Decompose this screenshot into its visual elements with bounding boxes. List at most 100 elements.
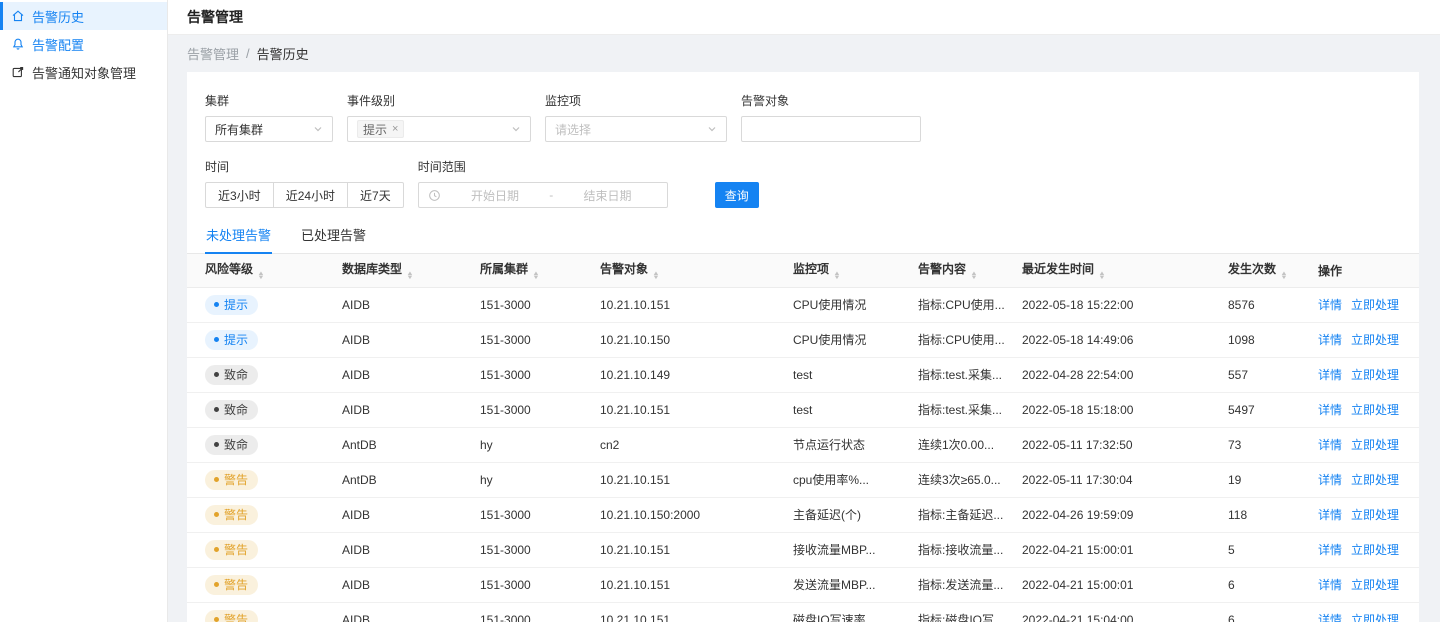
handle-link[interactable]: 立即处理 <box>1351 543 1399 557</box>
sidebar-item-alarm-history[interactable]: 告警历史 <box>0 2 167 30</box>
cell-actions: 详情 立即处理 <box>1318 357 1419 393</box>
breadcrumb: 告警管理 / 告警历史 <box>168 35 1440 72</box>
column-header[interactable]: 最近发生时间 ▲ ▼ <box>1022 254 1228 288</box>
risk-level-label: 致命 <box>224 368 249 382</box>
breadcrumb-parent[interactable]: 告警管理 <box>187 44 239 63</box>
column-header[interactable]: 风险等级 ▲ ▼ <box>187 254 342 288</box>
cell-monitor-item: CPU使用情况 <box>793 322 918 358</box>
cluster-select[interactable]: 所有集群 <box>205 116 333 142</box>
app-window: 告警历史 告警配置 告警通知对象管理 告警管理 告警管理 / 告警历史 集群 所有集… <box>0 0 1440 622</box>
column-header[interactable]: 监控项 ▲ ▼ <box>793 254 918 288</box>
cell-alarm-object: 10.21.10.151 <box>600 392 793 428</box>
cell-cluster: hy <box>480 427 600 463</box>
column-header-label: 发生次数 <box>1228 261 1277 276</box>
cell-db-type: AIDB <box>342 287 480 323</box>
column-header[interactable]: 告警内容 ▲ ▼ <box>918 254 1022 288</box>
cell-alarm-content: 连续1次0.00... <box>918 427 1022 463</box>
cell-risk-level: 提示 <box>187 287 342 323</box>
cell-last-time: 2022-04-26 19:59:09 <box>1022 497 1228 533</box>
sort-icon[interactable]: ▲ ▼ <box>970 271 977 281</box>
monitor-item-select[interactable]: 请选择 <box>545 116 727 142</box>
handle-link[interactable]: 立即处理 <box>1351 473 1399 487</box>
cell-risk-level: 致命 <box>187 357 342 393</box>
sort-icon[interactable]: ▲ ▼ <box>532 271 539 281</box>
sort-icon[interactable]: ▲ ▼ <box>833 271 840 281</box>
handle-link[interactable]: 立即处理 <box>1351 508 1399 522</box>
detail-link[interactable]: 详情 <box>1318 333 1342 347</box>
alarm-object-input[interactable] <box>741 116 921 142</box>
sort-icon[interactable]: ▲ ▼ <box>406 271 413 281</box>
cell-alarm-content: 指标:磁盘IO写... <box>918 602 1022 622</box>
cell-count: 557 <box>1228 357 1318 393</box>
cell-actions: 详情 立即处理 <box>1318 427 1419 463</box>
tabs: 未处理告警 已处理告警 <box>187 220 1419 254</box>
breadcrumb-separator: / <box>246 46 250 61</box>
sort-icon[interactable]: ▲ ▼ <box>1098 271 1105 281</box>
detail-link[interactable]: 详情 <box>1318 473 1342 487</box>
cell-risk-level: 警告 <box>187 532 342 568</box>
cell-alarm-object: cn2 <box>600 427 793 463</box>
sort-icon[interactable]: ▲ ▼ <box>1280 271 1287 281</box>
column-header[interactable]: 所属集群 ▲ ▼ <box>480 254 600 288</box>
risk-level-badge: 警告 <box>205 469 259 490</box>
column-header[interactable]: 发生次数 ▲ ▼ <box>1228 254 1318 288</box>
tab-unhandled[interactable]: 未处理告警 <box>205 220 273 254</box>
table-row: 警告 AIDB 151-3000 10.21.10.151 磁盘IO写速率 指标:磁盘IO… <box>187 602 1419 622</box>
sort-icon[interactable]: ▲ ▼ <box>257 271 264 281</box>
handle-link[interactable]: 立即处理 <box>1351 578 1399 592</box>
handle-link[interactable]: 立即处理 <box>1351 438 1399 452</box>
query-button[interactable]: 查询 <box>714 182 759 208</box>
time-filter: 时间 近3小时 近24小时 近7天 <box>205 158 404 208</box>
cell-alarm-content: 指标:CPU使用... <box>918 287 1022 323</box>
cell-cluster: 151-3000 <box>480 392 600 428</box>
detail-link[interactable]: 详情 <box>1318 508 1342 522</box>
cell-db-type: AIDB <box>342 322 480 358</box>
cell-db-type: AntDB <box>342 427 480 463</box>
date-range-picker[interactable]: 开始日期 - 结束日期 <box>417 182 668 208</box>
event-level-select[interactable]: 提示 × <box>347 116 531 142</box>
detail-link[interactable]: 详情 <box>1318 298 1342 312</box>
cell-monitor-item: test <box>793 357 918 393</box>
sidebar: 告警历史 告警配置 告警通知对象管理 <box>0 0 168 622</box>
handle-link[interactable]: 立即处理 <box>1351 298 1399 312</box>
cell-monitor-item: 发送流量MBP... <box>793 567 918 603</box>
tag-close-icon[interactable]: × <box>392 123 398 135</box>
cell-cluster: 151-3000 <box>480 322 600 358</box>
handle-link[interactable]: 立即处理 <box>1351 613 1399 622</box>
cell-alarm-object: 10.21.10.151 <box>600 287 793 323</box>
column-header[interactable]: 告警对象 ▲ ▼ <box>600 254 793 288</box>
event-level-filter: 事件级别 提示 × <box>347 92 531 142</box>
detail-link[interactable]: 详情 <box>1318 403 1342 417</box>
cell-db-type: AIDB <box>342 567 480 603</box>
sidebar-item-alarm-notify-manage[interactable]: 告警通知对象管理 <box>0 58 167 86</box>
handle-link[interactable]: 立即处理 <box>1351 333 1399 347</box>
detail-link[interactable]: 详情 <box>1318 438 1342 452</box>
detail-link[interactable]: 详情 <box>1318 613 1342 622</box>
detail-link[interactable]: 详情 <box>1318 543 1342 557</box>
time-quick-button-3[interactable]: 近7天 <box>347 182 404 208</box>
detail-link[interactable]: 详情 <box>1318 578 1342 592</box>
cell-last-time: 2022-05-11 17:30:04 <box>1022 462 1228 498</box>
cell-cluster: 151-3000 <box>480 497 600 533</box>
risk-level-label: 警告 <box>224 473 249 487</box>
risk-level-badge: 警告 <box>205 504 259 525</box>
table-header-row: 风险等级 ▲ ▼ 数据库类型 ▲ ▼ 所属集群 ▲ ▼ 告警对象 ▲ ▼ 监控项 ▲ ▼ 告警内容 ▲ ▼ 最近发生… <box>187 254 1419 288</box>
column-header: 操作 <box>1318 254 1419 288</box>
handle-link[interactable]: 立即处理 <box>1351 403 1399 417</box>
sort-icon[interactable]: ▲ ▼ <box>652 271 659 281</box>
handle-link[interactable]: 立即处理 <box>1351 368 1399 382</box>
level-dot-icon <box>214 512 219 517</box>
column-header[interactable]: 数据库类型 ▲ ▼ <box>342 254 480 288</box>
alarm-object-label: 告警对象 <box>741 94 790 108</box>
sidebar-item-alarm-config[interactable]: 告警配置 <box>0 30 167 58</box>
cell-actions: 详情 立即处理 <box>1318 497 1419 533</box>
cell-actions: 详情 立即处理 <box>1318 567 1419 603</box>
tab-handled[interactable]: 已处理告警 <box>300 220 367 253</box>
detail-link[interactable]: 详情 <box>1318 368 1342 382</box>
column-header-label: 告警内容 <box>918 261 967 276</box>
time-quick-button-2[interactable]: 近24小时 <box>272 182 349 208</box>
cell-last-time: 2022-05-11 17:32:50 <box>1022 427 1228 463</box>
table-row: 提示 AIDB 151-3000 10.21.10.151 CPU使用情况 指标:CPU使… <box>187 287 1419 323</box>
breadcrumb-current: 告警历史 <box>256 47 309 62</box>
time-quick-button-1[interactable]: 近3小时 <box>205 182 274 208</box>
